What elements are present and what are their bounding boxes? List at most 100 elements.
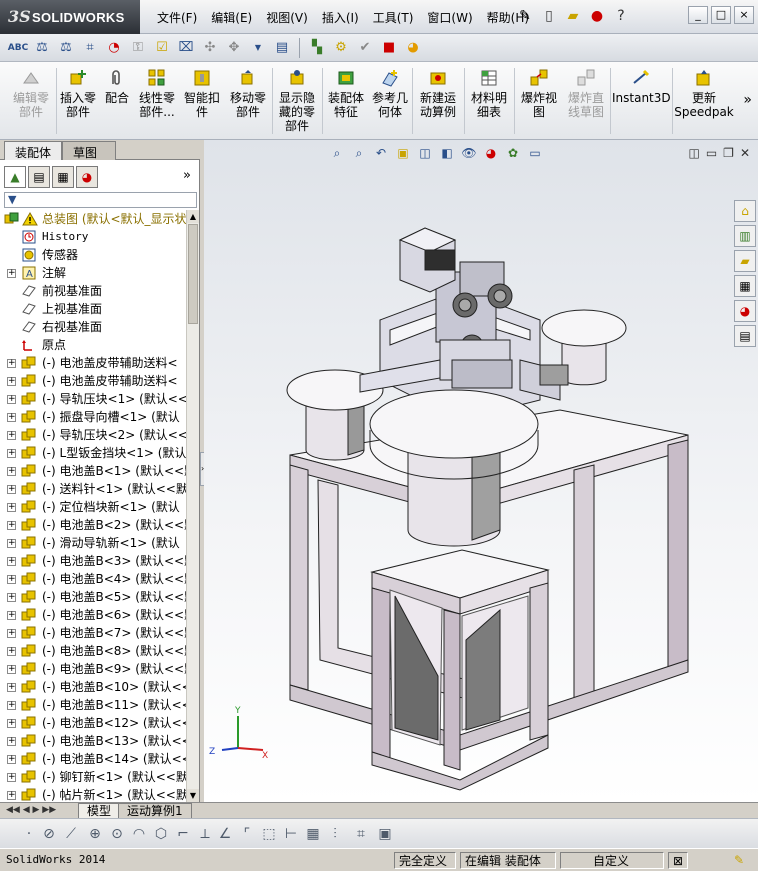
lock-icon[interactable]: ⚿: [128, 38, 148, 58]
minimize-button[interactable]: _: [688, 6, 708, 24]
expand-toggle-icon[interactable]: +: [7, 755, 16, 764]
solidworks-resources-icon[interactable]: ⌂: [734, 200, 756, 222]
expand-toggle-icon[interactable]: +: [7, 467, 16, 476]
mate-button[interactable]: 配合: [100, 68, 134, 105]
edit-component-button[interactable]: 编辑零 部件: [6, 68, 56, 119]
expand-toggle-icon[interactable]: +: [7, 413, 16, 422]
tab-model[interactable]: 模型: [78, 803, 121, 819]
expand-toggle-icon[interactable]: +: [7, 449, 16, 458]
new-document-icon[interactable]: ▯: [540, 6, 558, 26]
custom-properties-icon[interactable]: ▤: [734, 325, 756, 347]
expand-toggle-icon[interactable]: +: [7, 629, 16, 638]
explode-line-sketch-button[interactable]: 爆炸直 线草图: [564, 68, 608, 119]
tree-scrollbar[interactable]: ▲ ▼: [186, 210, 199, 802]
bill-of-materials-button[interactable]: 材料明 细表: [466, 68, 512, 119]
move-component-button[interactable]: 移动零 部件: [226, 68, 270, 119]
menu-file[interactable]: 文件(F): [150, 9, 204, 27]
offset-icon[interactable]: ∠: [216, 825, 234, 843]
expand-toggle-icon[interactable]: +: [7, 575, 16, 584]
performance-evaluation-icon[interactable]: ◔: [104, 38, 124, 58]
file-explorer-icon[interactable]: ▰: [734, 250, 756, 272]
balance-icon[interactable]: ⚖: [32, 38, 52, 58]
configuration-manager-tab-icon[interactable]: ▦: [52, 166, 74, 188]
circle-icon[interactable]: ⊘: [40, 825, 58, 843]
feature-manager-tab-icon[interactable]: ▲: [4, 166, 26, 188]
expand-toggle-icon[interactable]: +: [7, 377, 16, 386]
check-box-icon[interactable]: ☑: [152, 38, 172, 58]
tree-item[interactable]: + (-) 电池盖B<13> (默认<<: [0, 732, 186, 750]
design-library-icon[interactable]: ▥: [734, 225, 756, 247]
expand-toggle-icon[interactable]: +: [7, 791, 16, 800]
expand-toggle-icon[interactable]: +: [7, 773, 16, 782]
fillet-icon[interactable]: ⌐: [174, 825, 192, 843]
exploded-view-button[interactable]: 爆炸视 图: [516, 68, 562, 119]
reference-geometry-button[interactable]: 参考几 何体: [370, 68, 410, 119]
expand-toggle-icon[interactable]: +: [7, 359, 16, 368]
expand-toggle-icon[interactable]: +: [7, 593, 16, 602]
dropdown-arrow-icon[interactable]: ▼: [248, 38, 268, 58]
tab-motion-study-1[interactable]: 运动算例1: [118, 803, 192, 819]
assembly-model-3d[interactable]: [204, 140, 758, 802]
display-manager-tab-icon[interactable]: ◕: [76, 166, 98, 188]
chamfer-icon[interactable]: ⟂: [196, 825, 214, 843]
tree-item[interactable]: 前视基准面: [0, 282, 186, 300]
tree-item[interactable]: + (-) L型钣金挡块<1> (默认: [0, 444, 186, 462]
expand-toggle-icon[interactable]: +: [7, 701, 16, 710]
rebuild-traffic-light-icon[interactable]: ●: [588, 6, 606, 26]
scroll-up-icon[interactable]: ▲: [187, 210, 199, 223]
appearances-scenes-icon[interactable]: ◕: [734, 300, 756, 322]
tree-item[interactable]: + (-) 电池盖B<5> (默认<<默: [0, 588, 186, 606]
tree-item[interactable]: + (-) 电池盖B<4> (默认<<默: [0, 570, 186, 588]
property-manager-tab-icon[interactable]: ▤: [28, 166, 50, 188]
status-quick-tips-icon[interactable]: ⊠: [668, 852, 688, 869]
tree-item[interactable]: + (-) 电池盖B<11> (默认<<: [0, 696, 186, 714]
new-motion-study-button[interactable]: 新建运 动算例: [414, 68, 462, 119]
status-units[interactable]: 自定义: [560, 852, 664, 869]
tree-filter[interactable]: ▼: [4, 192, 197, 208]
tree-item[interactable]: + (-) 滑动导轨新<1> (默认: [0, 534, 186, 552]
expand-toggle-icon[interactable]: +: [7, 647, 16, 656]
red-square-icon[interactable]: ■: [379, 38, 399, 58]
mass-properties-icon[interactable]: ⚖: [56, 38, 76, 58]
clearance-icon[interactable]: ✣: [200, 38, 220, 58]
tree-item[interactable]: + (-) 定位档块新<1> (默认: [0, 498, 186, 516]
tree-item[interactable]: + (-) 导轨压块<1> (默认<<: [0, 390, 186, 408]
interference-icon[interactable]: ⌧: [176, 38, 196, 58]
tree-item[interactable]: 传感器: [0, 246, 186, 264]
dimension-icon[interactable]: ⊢: [282, 825, 300, 843]
smart-dimension-icon[interactable]: ⊙: [108, 825, 126, 843]
tree-item[interactable]: + (-) 电池盖B<6> (默认<<默: [0, 606, 186, 624]
close-button[interactable]: ×: [734, 6, 754, 24]
tree-item[interactable]: + (-) 电池盖B<7> (默认<<默: [0, 624, 186, 642]
tab-sketch[interactable]: 草图: [62, 141, 116, 160]
menu-tools[interactable]: 工具(T): [366, 9, 421, 27]
compare-icon[interactable]: ▤: [272, 38, 292, 58]
spell-check-icon[interactable]: ABC: [8, 38, 28, 58]
expand-toggle-icon[interactable]: +: [7, 395, 16, 404]
insert-component-button[interactable]: 插入零 部件: [58, 68, 98, 119]
view-palette-icon[interactable]: ▦: [734, 275, 756, 297]
pin-icon[interactable]: ✎: [516, 6, 534, 26]
tree-item[interactable]: + (-) 电池盖B<9> (默认<<默: [0, 660, 186, 678]
panel-more-icon[interactable]: »: [183, 168, 191, 183]
command-manager-more-icon[interactable]: »: [743, 92, 752, 108]
expand-toggle-icon[interactable]: +: [7, 611, 16, 620]
tree-item[interactable]: + (-) 送料针<1> (默认<<默: [0, 480, 186, 498]
tree-item[interactable]: History: [0, 228, 186, 246]
assembly-visualization-icon[interactable]: ▚: [307, 38, 327, 58]
tree-item[interactable]: + (-) 电池盖B<10> (默认<<: [0, 678, 186, 696]
tab-nav-arrows[interactable]: ◀◀ ◀ ▶ ▶▶: [6, 805, 56, 815]
expand-toggle-icon[interactable]: +: [7, 485, 16, 494]
scroll-down-icon[interactable]: ▼: [187, 789, 199, 802]
expand-toggle-icon[interactable]: +: [7, 665, 16, 674]
expand-toggle-icon[interactable]: +: [7, 719, 16, 728]
mirror-icon[interactable]: ⫶: [326, 825, 344, 843]
tree-item[interactable]: + (-) 电池盖B<1> (默认<<默: [0, 462, 186, 480]
large-assembly-icon[interactable]: ⚙: [331, 38, 351, 58]
tree-item[interactable]: 上视基准面: [0, 300, 186, 318]
expand-toggle-icon[interactable]: +: [7, 269, 16, 278]
tree-item[interactable]: + (-) 帖片新<1> (默认<<默: [0, 786, 186, 802]
line-icon[interactable]: ⟋: [62, 825, 80, 843]
menu-edit[interactable]: 编辑(E): [204, 9, 259, 27]
expand-toggle-icon[interactable]: +: [7, 557, 16, 566]
